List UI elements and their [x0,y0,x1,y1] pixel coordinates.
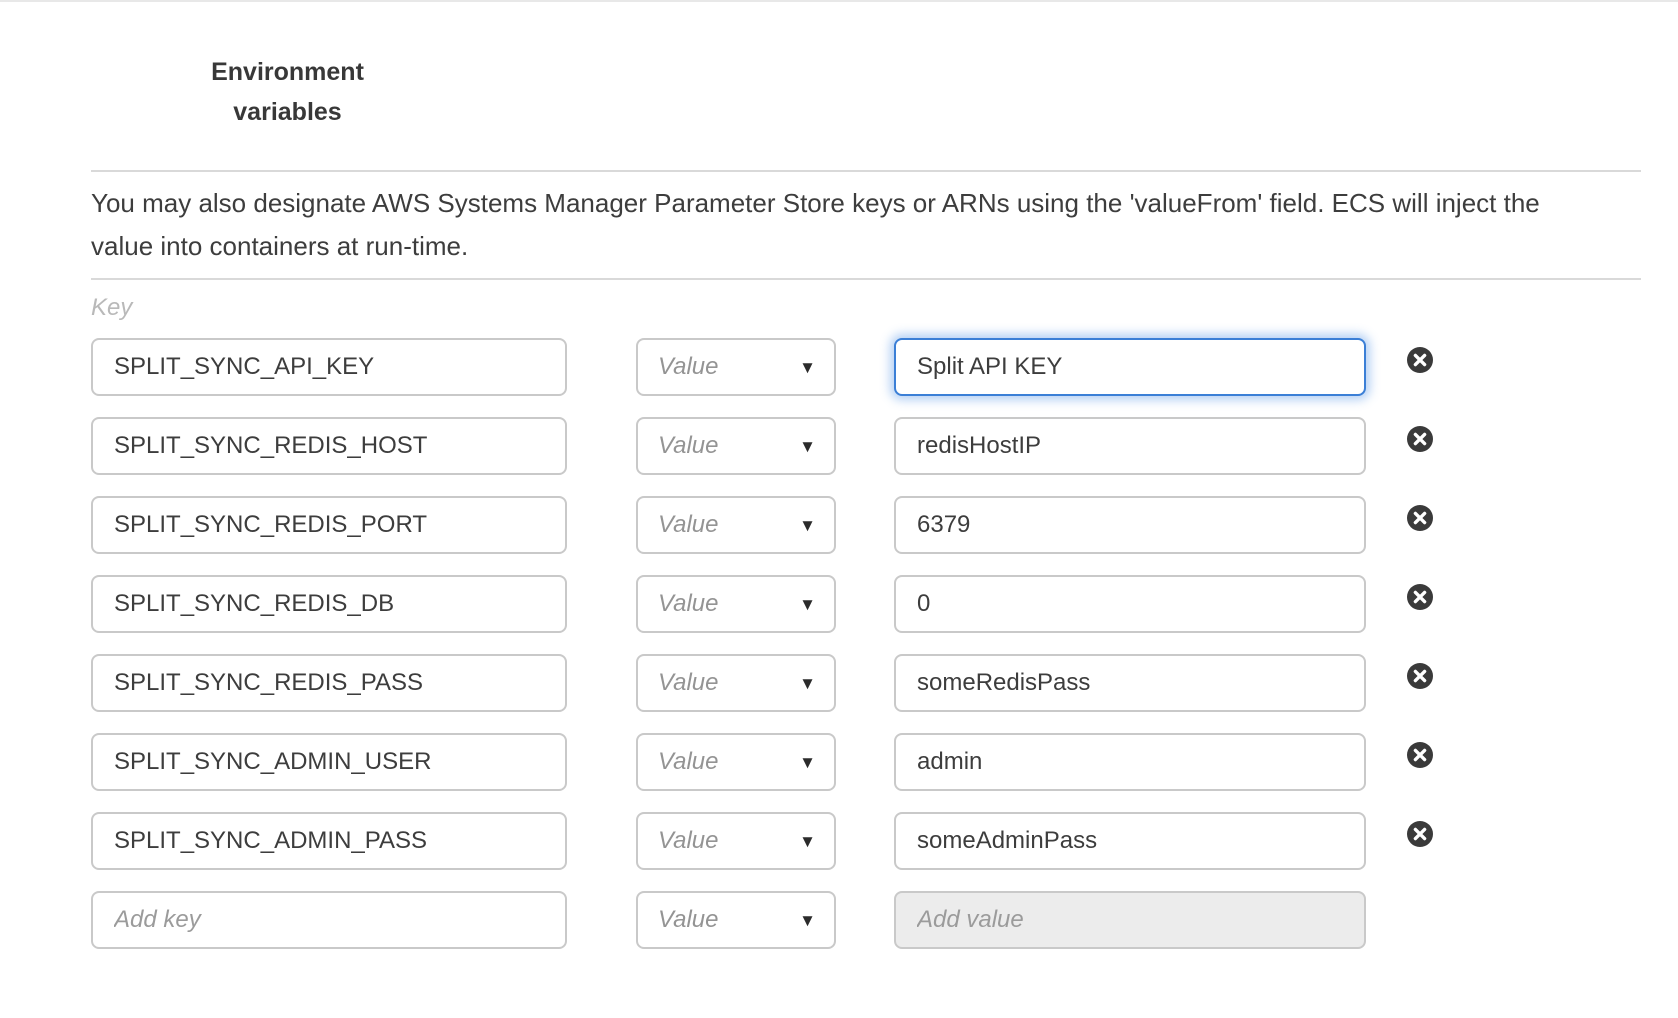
env-var-row: Value ▼ [91,812,1641,870]
chevron-down-icon: ▼ [799,912,816,929]
help-text: You may also designate AWS Systems Manag… [91,182,1561,268]
value-type-selected: Value [658,669,719,697]
env-value-input[interactable] [894,338,1366,396]
env-var-row: Value ▼ [91,496,1641,554]
env-value-input[interactable] [894,733,1366,791]
value-type-select[interactable]: Value ▼ [636,812,836,870]
value-type-select[interactable]: Value ▼ [636,496,836,554]
chevron-down-icon: ▼ [799,359,816,376]
remove-row-button[interactable] [1407,821,1433,847]
circle-x-icon [1407,663,1433,689]
env-key-input[interactable] [91,338,567,396]
add-key-input[interactable] [91,891,567,949]
key-column-label: Key [91,294,1641,322]
circle-x-icon [1407,821,1433,847]
remove-row-button[interactable] [1407,584,1433,610]
env-var-rows: Value ▼ Value ▼ [91,338,1641,949]
env-value-input[interactable] [894,417,1366,475]
env-key-input[interactable] [91,812,567,870]
divider [91,170,1641,172]
value-type-select[interactable]: Value ▼ [636,575,836,633]
circle-x-icon [1407,426,1433,452]
value-type-select[interactable]: Value ▼ [636,654,836,712]
value-type-selected: Value [658,511,719,539]
env-key-input[interactable] [91,417,567,475]
env-value-input[interactable] [894,812,1366,870]
env-key-input[interactable] [91,575,567,633]
env-value-input[interactable] [894,575,1366,633]
value-type-select[interactable]: Value ▼ [636,338,836,396]
remove-row-button[interactable] [1407,505,1433,531]
chevron-down-icon: ▼ [799,675,816,692]
env-key-input[interactable] [91,654,567,712]
add-env-var-row: Value ▼ [91,891,1641,949]
chevron-down-icon: ▼ [799,517,816,534]
env-key-input[interactable] [91,733,567,791]
env-value-input[interactable] [894,496,1366,554]
env-var-row: Value ▼ [91,338,1641,396]
chevron-down-icon: ▼ [799,438,816,455]
remove-row-button[interactable] [1407,347,1433,373]
value-type-selected: Value [658,748,719,776]
circle-x-icon [1407,742,1433,768]
value-type-selected: Value [658,590,719,618]
value-type-selected: Value [658,432,719,460]
value-type-select[interactable]: Value ▼ [636,417,836,475]
value-type-selected: Value [658,827,719,855]
remove-row-button[interactable] [1407,426,1433,452]
env-var-row: Value ▼ [91,654,1641,712]
env-var-row: Value ▼ [91,417,1641,475]
circle-x-icon [1407,347,1433,373]
value-type-select[interactable]: Value ▼ [636,891,836,949]
env-var-row: Value ▼ [91,733,1641,791]
env-value-input[interactable] [894,654,1366,712]
remove-row-button[interactable] [1407,663,1433,689]
value-type-select[interactable]: Value ▼ [636,733,836,791]
field-label: Environment variables [185,2,390,132]
chevron-down-icon: ▼ [799,754,816,771]
circle-x-icon [1407,505,1433,531]
field-content: You may also designate AWS Systems Manag… [91,170,1641,949]
remove-row-button[interactable] [1407,742,1433,768]
env-var-row: Value ▼ [91,575,1641,633]
env-key-input[interactable] [91,496,567,554]
value-type-selected: Value [658,906,719,934]
add-value-input[interactable] [894,891,1366,949]
chevron-down-icon: ▼ [799,833,816,850]
circle-x-icon [1407,584,1433,610]
chevron-down-icon: ▼ [799,596,816,613]
value-type-selected: Value [658,353,719,381]
divider [91,278,1641,280]
env-variables-panel: Environment variables You may also desig… [0,0,1678,1018]
